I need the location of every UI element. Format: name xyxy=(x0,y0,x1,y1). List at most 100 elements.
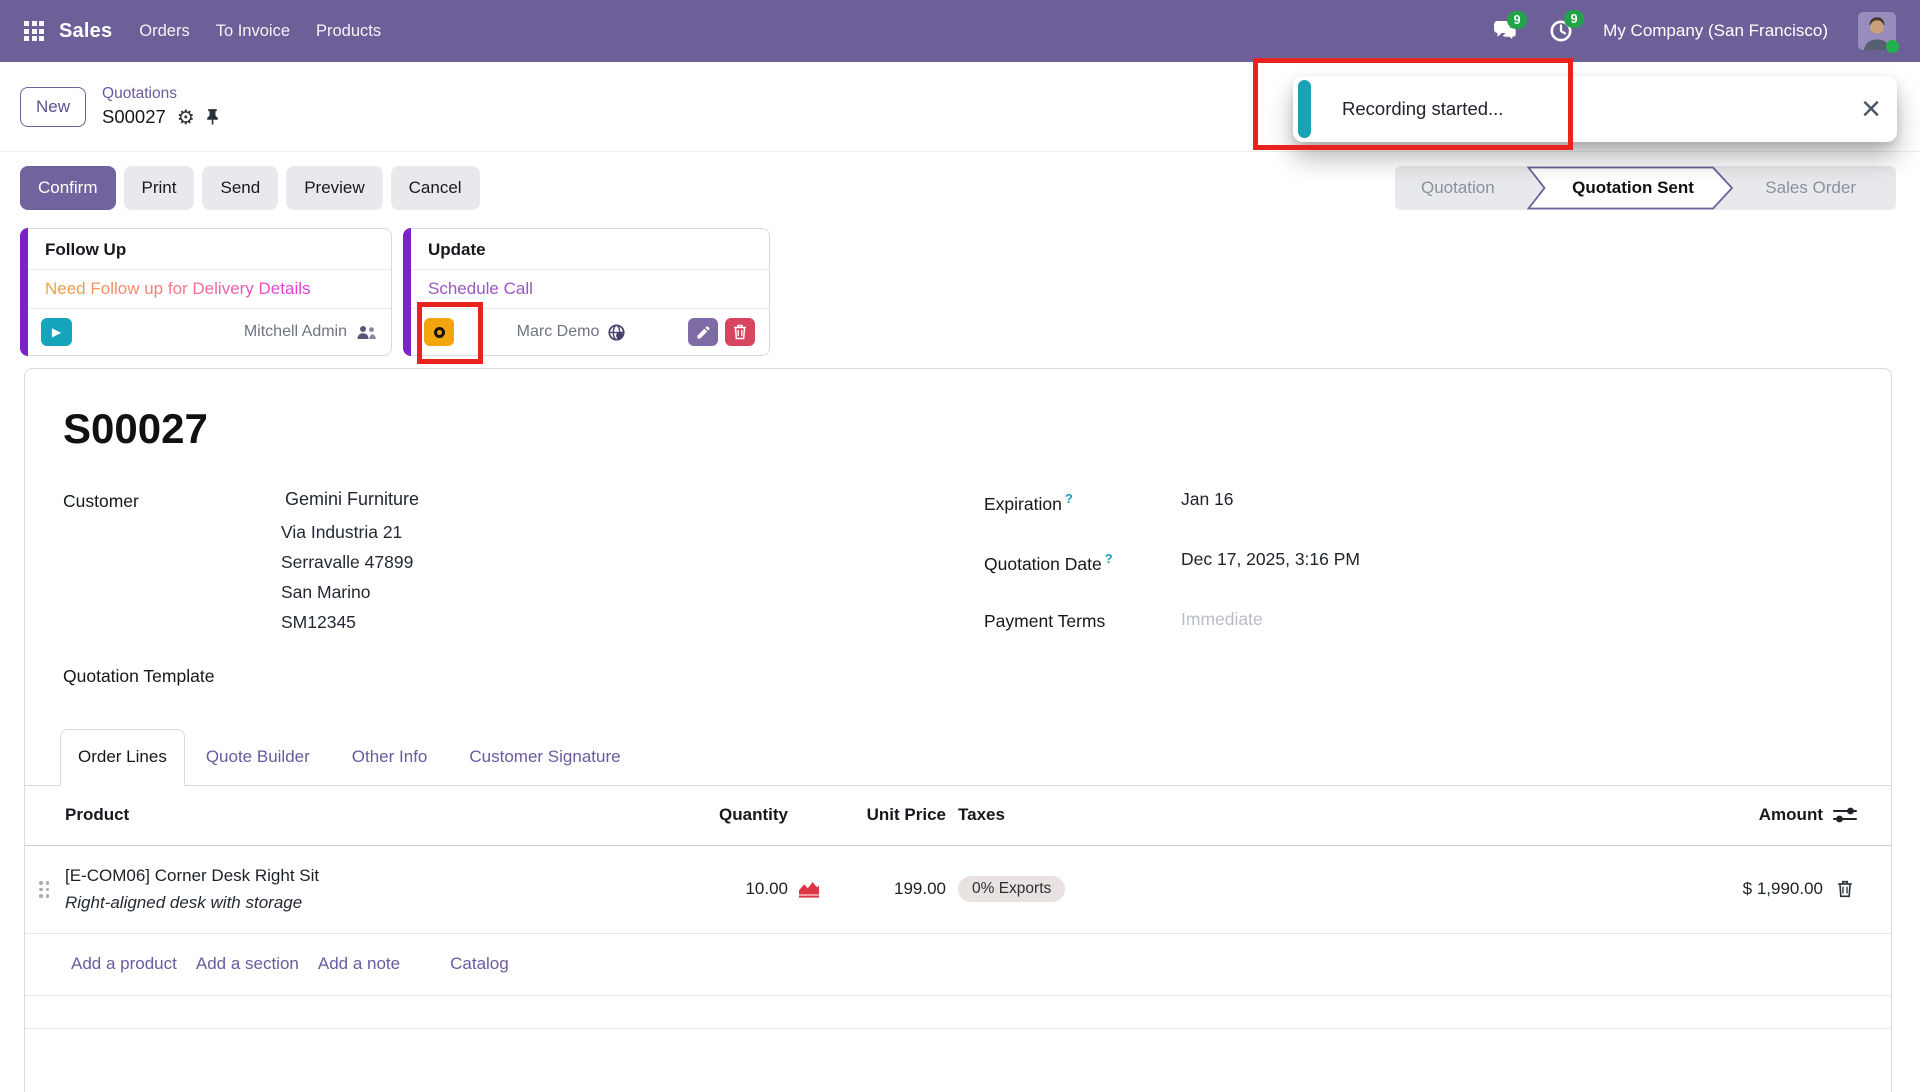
print-button[interactable]: Print xyxy=(124,166,195,210)
send-button[interactable]: Send xyxy=(202,166,278,210)
activity-summary-link[interactable]: Need Follow up for Delivery Details xyxy=(45,279,311,298)
nav-item-orders[interactable]: Orders xyxy=(139,22,189,41)
empty-totals-row xyxy=(25,996,1891,1029)
delete-activity-button[interactable] xyxy=(725,318,755,346)
activity-summary-link[interactable]: Schedule Call xyxy=(428,279,533,298)
column-quantity: Quantity xyxy=(636,805,788,825)
unit-price-cell[interactable]: 199.00 xyxy=(828,879,946,899)
assignee-name: Marc Demo xyxy=(517,323,600,341)
action-buttons: Confirm Print Send Preview Cancel xyxy=(20,166,480,210)
globe-icon xyxy=(608,324,625,341)
card-accent-bar xyxy=(20,228,28,356)
drag-handle[interactable] xyxy=(39,881,49,898)
customer-label: Customer xyxy=(63,489,281,666)
clock-deadline-button[interactable] xyxy=(424,318,454,346)
column-options-icon[interactable] xyxy=(1832,805,1858,825)
nav-item-products[interactable]: Products xyxy=(316,22,381,41)
status-step-quotation-sent[interactable]: Quotation Sent xyxy=(1527,166,1734,210)
gear-icon[interactable]: ⚙ xyxy=(177,107,195,127)
payment-terms-label: Payment Terms xyxy=(984,609,1181,632)
quotation-date-value[interactable]: Dec 17, 2025, 3:16 PM xyxy=(1181,549,1360,575)
toast-accent-bar xyxy=(1298,80,1311,138)
expiration-label: Expiration? xyxy=(984,489,1181,515)
address-line: Via Industria 21 xyxy=(281,517,419,547)
help-icon: ? xyxy=(1065,491,1073,506)
order-lines-header: Product Quantity Unit Price Taxes Amount xyxy=(25,786,1891,846)
new-button[interactable]: New xyxy=(20,87,86,127)
card-accent-bar xyxy=(403,228,411,356)
activity-title: Follow Up xyxy=(21,229,391,270)
activity-card-update: Update Schedule Call Marc Demo xyxy=(403,228,770,356)
status-step-quotation[interactable]: Quotation xyxy=(1395,178,1495,198)
forecast-chart-icon[interactable] xyxy=(797,879,828,899)
catalog-link[interactable]: Catalog xyxy=(450,954,509,974)
column-taxes: Taxes xyxy=(946,805,1296,825)
online-status-dot xyxy=(1886,40,1899,53)
customer-value[interactable]: Gemini Furniture xyxy=(281,489,419,510)
close-icon[interactable]: × xyxy=(1861,92,1881,126)
pin-icon[interactable] xyxy=(206,108,219,125)
top-navbar: Sales Orders To Invoice Products 9 9 xyxy=(0,0,1920,62)
users-group-icon xyxy=(356,325,377,340)
clock-glyph xyxy=(434,327,445,338)
status-step-sales-order[interactable]: Sales Order xyxy=(1765,178,1896,198)
add-section-link[interactable]: Add a section xyxy=(196,954,299,974)
address-line: Serravalle 47899 xyxy=(281,547,419,577)
product-description-cell[interactable]: Right-aligned desk with storage xyxy=(65,893,636,913)
address-line: San Marino xyxy=(281,577,419,607)
apps-grid-icon[interactable] xyxy=(24,21,44,41)
messages-button[interactable]: 9 xyxy=(1492,20,1519,42)
delete-line-icon[interactable] xyxy=(1837,880,1853,898)
activity-cards: Follow Up Need Follow up for Delivery De… xyxy=(20,228,770,356)
cancel-button[interactable]: Cancel xyxy=(391,166,480,210)
assignee-name: Mitchell Admin xyxy=(244,323,347,341)
add-note-link[interactable]: Add a note xyxy=(318,954,400,974)
toast-notification: Recording started... × xyxy=(1293,76,1897,142)
messages-badge: 9 xyxy=(1507,11,1527,29)
preview-button[interactable]: Preview xyxy=(286,166,382,210)
status-pipeline: Quotation Quotation Sent Sales Order xyxy=(1395,166,1896,210)
order-name-heading: S00027 xyxy=(63,407,1865,451)
app-name[interactable]: Sales xyxy=(59,20,112,43)
quotation-template-label: Quotation Template xyxy=(63,666,1865,687)
breadcrumb-parent-link[interactable]: Quotations xyxy=(102,84,219,104)
nav-menu: Orders To Invoice Products xyxy=(139,22,381,41)
quantity-cell[interactable]: 10.00 xyxy=(636,879,788,899)
quotation-form-sheet: S00027 Customer Gemini Furniture Via Ind… xyxy=(24,368,1892,1092)
toast-message: Recording started... xyxy=(1342,98,1503,120)
column-unit-price: Unit Price xyxy=(828,805,946,825)
trash-icon xyxy=(733,324,747,340)
breadcrumb: Quotations S00027 ⚙ xyxy=(102,84,219,128)
tab-quote-builder[interactable]: Quote Builder xyxy=(185,729,331,785)
activity-card-follow-up: Follow Up Need Follow up for Delivery De… xyxy=(20,228,392,356)
quotation-date-label: Quotation Date? xyxy=(984,549,1181,575)
address-line: SM12345 xyxy=(281,607,419,637)
help-icon: ? xyxy=(1105,551,1113,566)
nav-item-to-invoice[interactable]: To Invoice xyxy=(216,22,290,41)
add-product-link[interactable]: Add a product xyxy=(71,954,177,974)
breadcrumb-current: S00027 xyxy=(102,105,166,129)
tab-order-lines[interactable]: Order Lines xyxy=(60,729,185,786)
company-switcher[interactable]: My Company (San Francisco) xyxy=(1603,21,1828,41)
activity-title: Update xyxy=(404,229,769,270)
amount-cell: $ 1,990.00 xyxy=(1296,879,1823,899)
pencil-icon xyxy=(696,325,711,340)
expiration-value[interactable]: Jan 16 xyxy=(1181,489,1234,515)
user-avatar[interactable] xyxy=(1858,12,1896,50)
tab-customer-signature[interactable]: Customer Signature xyxy=(448,729,641,785)
order-line-row: [E-COM06] Corner Desk Right Sit Right-al… xyxy=(25,846,1891,934)
customer-address: Via Industria 21 Serravalle 47899 San Ma… xyxy=(281,517,419,637)
tax-tag[interactable]: 0% Exports xyxy=(958,876,1065,902)
notebook-tabs: Order Lines Quote Builder Other Info Cus… xyxy=(25,729,1891,786)
order-lines-footer-links: Add a product Add a section Add a note C… xyxy=(25,934,1891,996)
column-product: Product xyxy=(65,805,636,825)
tab-other-info[interactable]: Other Info xyxy=(331,729,449,785)
activities-badge: 9 xyxy=(1564,10,1584,28)
activities-button[interactable]: 9 xyxy=(1549,19,1573,43)
product-name-cell[interactable]: [E-COM06] Corner Desk Right Sit xyxy=(65,866,636,886)
edit-activity-button[interactable] xyxy=(688,318,718,346)
column-amount: Amount xyxy=(1296,805,1823,825)
play-button[interactable]: ▶ xyxy=(41,318,72,346)
payment-terms-value[interactable]: Immediate xyxy=(1181,609,1263,632)
confirm-button[interactable]: Confirm xyxy=(20,166,116,210)
